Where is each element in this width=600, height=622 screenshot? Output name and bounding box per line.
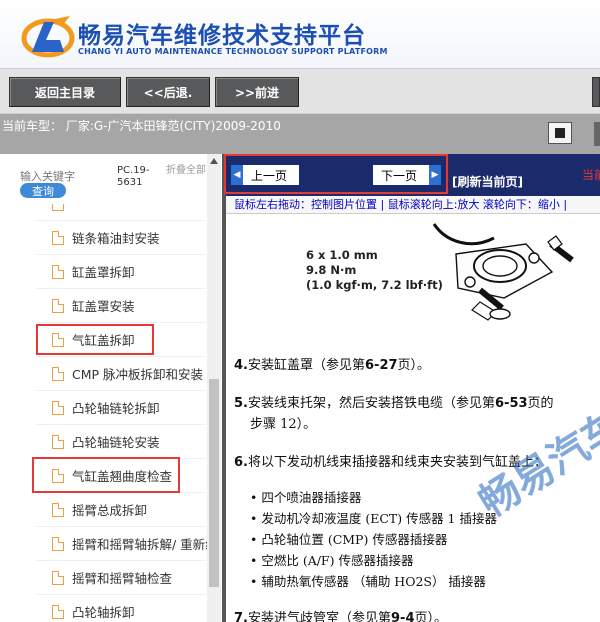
bolt-size-text: 6 x 1.0 mm [306,248,378,262]
header: 畅易汽车维修技术支持平台 CHANG YI AUTO MAINTENANCE T… [0,0,600,68]
sidebar-scrollbar[interactable] [207,154,221,622]
brand-subtitle: CHANG YI AUTO MAINTENANCE TECHNOLOGY SUP… [78,47,388,56]
step-5: 5.安装线束托架，然后安装搭铁电缆（参见第6-53页的 [234,392,554,411]
tree-item-label: 凸轮轴拆卸 [72,605,135,620]
tree-item[interactable]: CMP 脉冲板拆卸和安装 [36,357,206,391]
step-number: 6. [234,455,248,470]
back-button[interactable]: <<后退. [126,77,210,107]
step-text: 安装线束托架，然后安装搭铁电缆（参见第 [247,396,495,411]
vehicle-bar: 当前车型： 厂家:G-广汽本田锋范(CITY)2009-2010 [0,114,600,154]
highlight-box [32,457,180,493]
tree-item[interactable]: 摇臂和摇臂轴检查 [36,561,206,595]
tree-item-label: 摇臂总成拆卸 [72,503,148,518]
connector-item: • 四个喷油器插接器 [250,490,362,505]
torque-imperial-text: (1.0 kgf·m, 7.2 lbf·ft) [306,278,443,292]
tree-item-label: 链条箱油封安装 [72,231,160,246]
step-tail: 页）。 [414,611,448,622]
connector-item: • 辅助热氧传感器 （辅助 HO2S） 插接器 [250,574,486,589]
document-tree: 链条箱油封安装 缸盖罩拆卸 缸盖罩安装 气缸盖拆卸 CMP 脉冲板拆卸和安装 凸… [0,204,207,622]
tree-item[interactable]: 摇臂总成拆卸 [36,493,206,527]
tree-item[interactable]: 缸盖罩安装 [36,289,206,323]
tree-item[interactable]: 摇臂和摇臂轴拆解/ 重新组装 [36,527,207,561]
document-code: PC.19-5631 [117,165,150,188]
torque-spec: 6 x 1.0 mm 9.8 N·m (1.0 kgf·m, 7.2 lbf·f… [306,248,443,293]
logo-icon [21,16,75,58]
brand-title: 畅易汽车维修技术支持平台 [78,23,366,49]
tree-item[interactable]: 凸轮轴链轮安装 [36,425,206,459]
back-to-main-button[interactable]: 返回主目录 [9,77,121,107]
step-tail: 页）。 [397,358,431,373]
page-reference: 9-4 [391,611,415,622]
scrollbar-thumb[interactable] [209,379,219,587]
collapse-all-link[interactable]: 折叠全部 [166,165,206,176]
tree-item[interactable]: 凸轮轴拆卸 [36,595,206,622]
tree-item-label: 凸轮轴链轮拆卸 [72,401,160,416]
search-button[interactable]: 查询 [20,183,66,198]
forward-button[interactable]: >>前进 [215,77,299,107]
nav-edge-button[interactable] [592,77,600,107]
document-icon [52,400,64,415]
highlight-box [224,154,448,194]
usage-hint: 鼠标左右拖动：控制图片位置 | 鼠标滚轮向上:放大 滚轮向下：缩小 | [226,196,600,214]
square-icon [555,128,565,138]
step-number: 7. [234,611,248,622]
tree-item-partial[interactable] [36,204,206,221]
step-number: 5. [234,396,248,411]
connector-item: • 凸轮轴位置 (CMP) 传感器插接器 [250,532,448,547]
tree-item-label: 摇臂和摇臂轴检查 [72,571,173,586]
document-icon [52,230,64,245]
step-4: 4.安装缸盖罩（参见第6-27页）。 [234,354,430,373]
tree-item[interactable]: 凸轮轴链轮拆卸 [36,391,206,425]
torque-nm-text: 9.8 N·m [306,263,357,277]
highlight-box [36,324,154,355]
toggle-panel-button[interactable] [548,122,572,144]
step-text: 安装缸盖罩（参见第 [247,358,365,373]
refresh-page-link[interactable]: [刷新当前页] [452,173,523,190]
document-icon [52,204,64,211]
tree-item-label: CMP 脉冲板拆卸和安装 [72,367,204,382]
document-page[interactable]: 6 x 1.0 mm 9.8 N·m (1.0 kgf·m, 7.2 lbf·f… [226,214,600,622]
page-reference: 6-53 [495,396,528,411]
tree-item[interactable]: 链条箱油封安装 [36,221,206,255]
step-text: 安装进气歧管室（参见第 [247,611,391,622]
vehicle-bar-edge [594,122,600,146]
step-tail: 页的 [527,396,554,411]
current-vehicle-label: 当前车型： 厂家:G-广汽本田锋范(CITY)2009-2010 [2,119,281,133]
left-panel: 输入关键字 查询 PC.19-5631 折叠全部 链条箱油封安装 缸盖罩拆卸 缸… [0,154,222,622]
document-icon [52,536,64,551]
step-7: 7.安装进气歧管室（参见第9-4页）。 [234,607,447,622]
document-icon [52,434,64,449]
page-reference: 6-27 [365,358,398,373]
step-number: 4. [234,358,248,373]
tree-item-label: 缸盖罩拆卸 [72,265,135,280]
document-icon [52,570,64,585]
document-viewer: ◀ 上一页 下一页 ▶ [刷新当前页] 当前 鼠标左右拖动：控制图片位置 | 鼠… [222,154,600,622]
viewer-toolbar: ◀ 上一页 下一页 ▶ [刷新当前页] 当前 [224,154,600,196]
tree-item-label: 摇臂和摇臂轴拆解/ 重新组装 [72,537,207,552]
step-5-line-2: 步骤 12）。 [250,417,317,432]
current-label: 当前 [582,168,600,182]
tree-item[interactable]: 缸盖罩拆卸 [36,255,206,289]
document-icon [52,366,64,381]
document-icon [52,298,64,313]
document-icon [52,264,64,279]
document-icon [52,502,64,517]
document-icon [52,604,64,619]
tree-item-label: 凸轮轴链轮安装 [72,435,160,450]
connector-item: • 空燃比 (A/F) 传感器插接器 [250,553,414,568]
connector-item: • 发动机冷却液温度 (ECT) 传感器 1 插接器 [250,511,497,526]
tree-item-label: 缸盖罩安装 [72,299,135,314]
navigation-bar: 返回主目录 <<后退. >>前进 [0,68,600,114]
scroll-up-icon[interactable] [210,158,218,164]
